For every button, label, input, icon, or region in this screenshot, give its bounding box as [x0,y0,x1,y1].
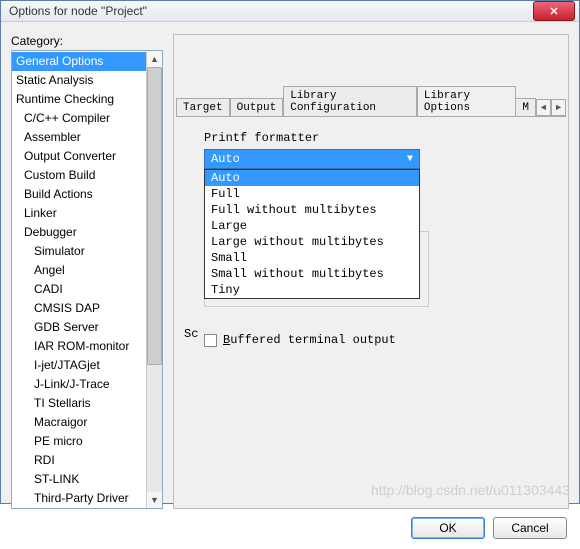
category-item[interactable]: ST-LINK [12,470,146,489]
category-item[interactable]: PE micro [12,432,146,451]
printf-formatter-group: Printf formatter Auto ▼ AutoFullFull wit… [204,131,550,169]
dropdown-item[interactable]: Full without multibytes [205,202,419,218]
scanf-label-fragment: Sc [184,327,198,341]
right-pane: TargetOutputLibrary ConfigurationLibrary… [173,34,569,509]
category-item[interactable]: Linker [12,204,146,223]
category-item[interactable]: Static Analysis [12,71,146,90]
category-item[interactable]: Debugger [12,223,146,242]
scroll-down-icon[interactable]: ▼ [147,492,162,508]
printf-formatter-label: Printf formatter [204,131,550,145]
category-item[interactable]: J-Link/J-Trace [12,375,146,394]
category-item[interactable]: TI Stellaris [12,394,146,413]
dropdown-item[interactable]: Large without multibytes [205,234,419,250]
titlebar[interactable]: Options for node "Project" ✕ [1,1,579,22]
category-item[interactable]: Runtime Checking [12,90,146,109]
category-item[interactable]: I-jet/JTAGjet [12,356,146,375]
close-icon: ✕ [549,5,558,18]
category-item[interactable]: GDB Server [12,318,146,337]
buffered-output-checkbox[interactable] [204,334,217,347]
scroll-up-icon[interactable]: ▲ [147,51,162,67]
scroll-thumb[interactable] [147,67,162,365]
dropdown-item[interactable]: Large [205,218,419,234]
printf-formatter-dropdown[interactable]: AutoFullFull without multibytesLargeLarg… [204,169,420,299]
category-label: Category: [11,34,163,48]
tab[interactable]: Target [176,98,230,116]
tab-scroll-right-icon[interactable]: ► [551,99,566,116]
dropdown-item[interactable]: Auto [205,170,419,186]
category-item[interactable]: Angel [12,261,146,280]
tab-library-options: Printf formatter Auto ▼ AutoFullFull wit… [184,119,558,498]
category-item[interactable]: Build Actions [12,185,146,204]
category-item[interactable]: Third-Party Driver [12,489,146,508]
category-item[interactable]: Assembler [12,128,146,147]
dialog-window: Options for node "Project" ✕ Category: G… [0,0,580,504]
tab[interactable]: Library Configuration [283,86,417,116]
cancel-button[interactable]: Cancel [493,517,567,539]
category-item[interactable]: CMSIS DAP [12,299,146,318]
category-item[interactable]: General Options [12,52,146,71]
printf-combo-value: Auto [211,152,240,166]
tab[interactable]: M [516,98,536,116]
category-item[interactable]: Simulator [12,242,146,261]
category-item[interactable]: RDI [12,451,146,470]
close-button[interactable]: ✕ [533,1,575,21]
scroll-track[interactable] [147,67,162,492]
tabstrip: TargetOutputLibrary ConfigurationLibrary… [176,95,566,117]
dropdown-item[interactable]: Tiny [205,282,419,298]
category-listbox[interactable]: General OptionsStatic AnalysisRuntime Ch… [11,50,163,509]
tab[interactable]: Output [230,98,284,116]
dialog-buttons: OK Cancel [11,517,569,539]
tab-scroll-left-icon[interactable]: ◄ [536,99,551,116]
category-scrollbar[interactable]: ▲ ▼ [146,51,162,508]
window-title: Options for node "Project" [9,4,533,18]
category-item[interactable]: C/C++ Compiler [12,109,146,128]
dropdown-item[interactable]: Small without multibytes [205,266,419,282]
category-item[interactable]: IAR ROM-monitor [12,337,146,356]
buffered-output-label: Buffered terminal output [223,333,396,347]
category-item[interactable]: Output Converter [12,147,146,166]
category-item[interactable]: Custom Build [12,166,146,185]
dropdown-item[interactable]: Full [205,186,419,202]
dialog-body: Category: General OptionsStatic Analysis… [1,22,579,549]
tab[interactable]: Library Options [417,86,517,116]
category-item[interactable]: CADI [12,280,146,299]
ok-button[interactable]: OK [411,517,485,539]
printf-formatter-combo[interactable]: Auto ▼ [204,149,420,169]
buffered-output-row[interactable]: Buffered terminal output [204,333,550,347]
category-column: Category: General OptionsStatic Analysis… [11,34,163,509]
category-item[interactable]: Macraigor [12,413,146,432]
dropdown-item[interactable]: Small [205,250,419,266]
chevron-down-icon: ▼ [407,154,413,165]
